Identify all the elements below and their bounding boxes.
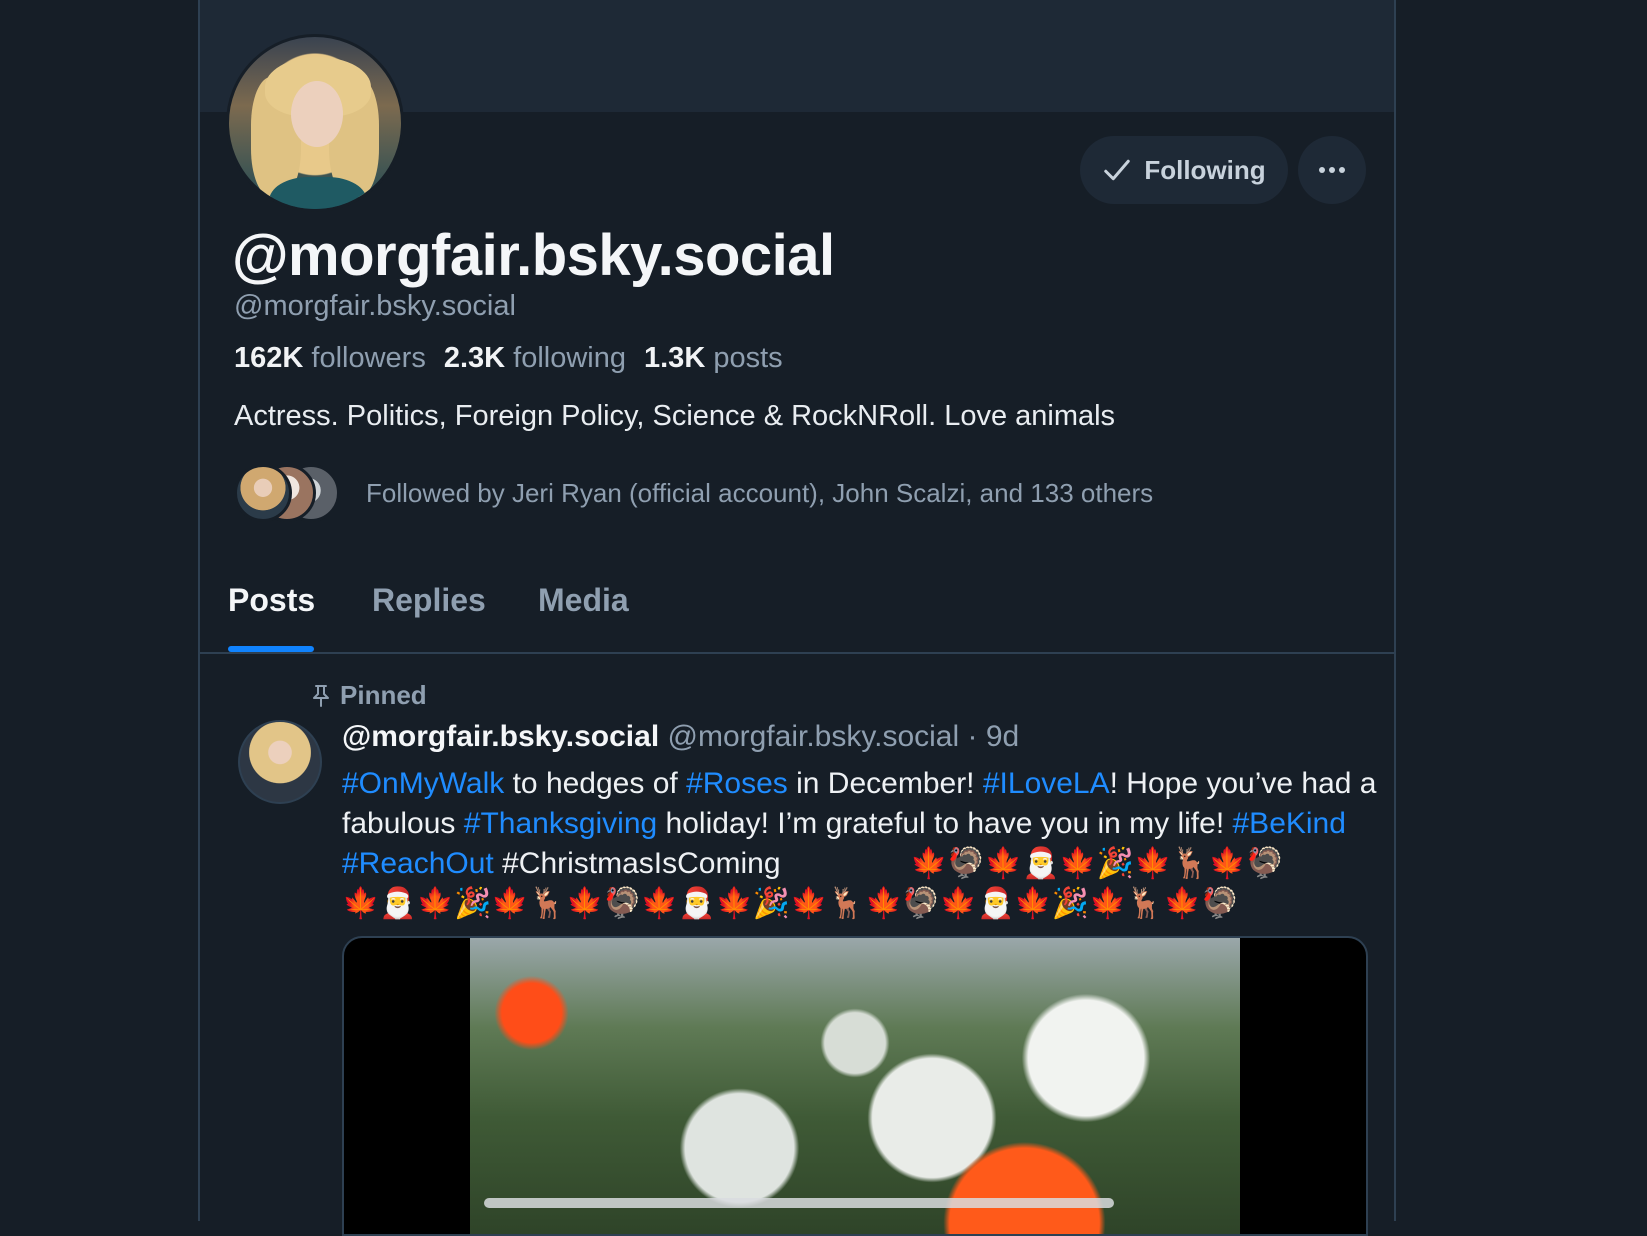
pinned-indicator: Pinned (310, 680, 427, 711)
post-author-avatar[interactable] (238, 720, 322, 804)
post-timestamp[interactable]: 9d (986, 720, 1019, 753)
post-text-segment: #ChristmasIsComing (493, 847, 781, 880)
known-follower-avatar (234, 464, 292, 522)
tab-replies[interactable]: Replies (372, 582, 486, 619)
tab-posts[interactable]: Posts (228, 582, 315, 619)
following-stat[interactable]: 2.3K following (444, 342, 626, 375)
post-author-handle[interactable]: @morgfair.bsky.social (668, 720, 960, 753)
following-button[interactable]: Following (1080, 136, 1288, 204)
post-text-segment: to hedges of (504, 767, 687, 800)
check-icon (1104, 159, 1131, 181)
profile-stats: 162K followers 2.3K following 1.3K posts (234, 342, 783, 375)
post-video[interactable] (342, 936, 1368, 1236)
tab-media[interactable]: Media (538, 582, 629, 619)
known-followers-text: Followed by Jeri Ryan (official account)… (366, 477, 1154, 508)
followers-stat[interactable]: 162K followers (234, 342, 426, 375)
hashtag-link[interactable]: #BeKind (1233, 807, 1346, 840)
post-emoji-line: 🍁🎅🍁🎉🍁🦌🍁🦃🍁🎅🍁🎉🍁🦌🍁🦃🍁🎅🍁🎉🍁🦌🍁🦃 (342, 887, 1239, 920)
post-text-segment: in December! (787, 767, 983, 800)
more-options-button[interactable] (1298, 136, 1366, 204)
hashtag-link[interactable]: #Roses (686, 767, 788, 800)
active-tab-indicator (228, 646, 314, 652)
profile-display-name: @morgfair.bsky.social (232, 223, 835, 288)
hashtag-link[interactable]: #ILoveLA (983, 767, 1110, 800)
post-text-segment: holiday! I’m grateful to have you in my … (657, 807, 1233, 840)
post-emoji-line: 🍁🦃🍁🎅🍁🎉🍁🦌🍁🦃 (910, 847, 1284, 880)
following-button-label: Following (1144, 154, 1266, 185)
hashtag-link[interactable]: #ReachOut (342, 847, 494, 880)
profile-column: Following @morgfair.bsky.social @morgfai… (198, 0, 1396, 1236)
profile-handle: @morgfair.bsky.social (234, 290, 516, 322)
post-header: @morgfair.bsky.social @morgfair.bsky.soc… (342, 720, 1020, 753)
hashtag-link[interactable]: #OnMyWalk (342, 767, 504, 800)
post-author-name[interactable]: @morgfair.bsky.social (342, 720, 659, 753)
video-frame (470, 938, 1240, 1234)
profile-avatar[interactable] (226, 34, 404, 212)
known-followers[interactable]: Followed by Jeri Ryan (official account)… (234, 462, 1153, 524)
profile-tabs: Posts Replies Media (200, 560, 1394, 654)
profile-bio: Actress. Politics, Foreign Policy, Scien… (234, 400, 1116, 432)
hashtag-link[interactable]: #Thanksgiving (464, 807, 657, 840)
video-scrubber[interactable] (484, 1198, 1114, 1208)
more-icon (1319, 167, 1345, 173)
pin-icon (313, 684, 329, 707)
posts-stat: 1.3K posts (644, 342, 783, 374)
